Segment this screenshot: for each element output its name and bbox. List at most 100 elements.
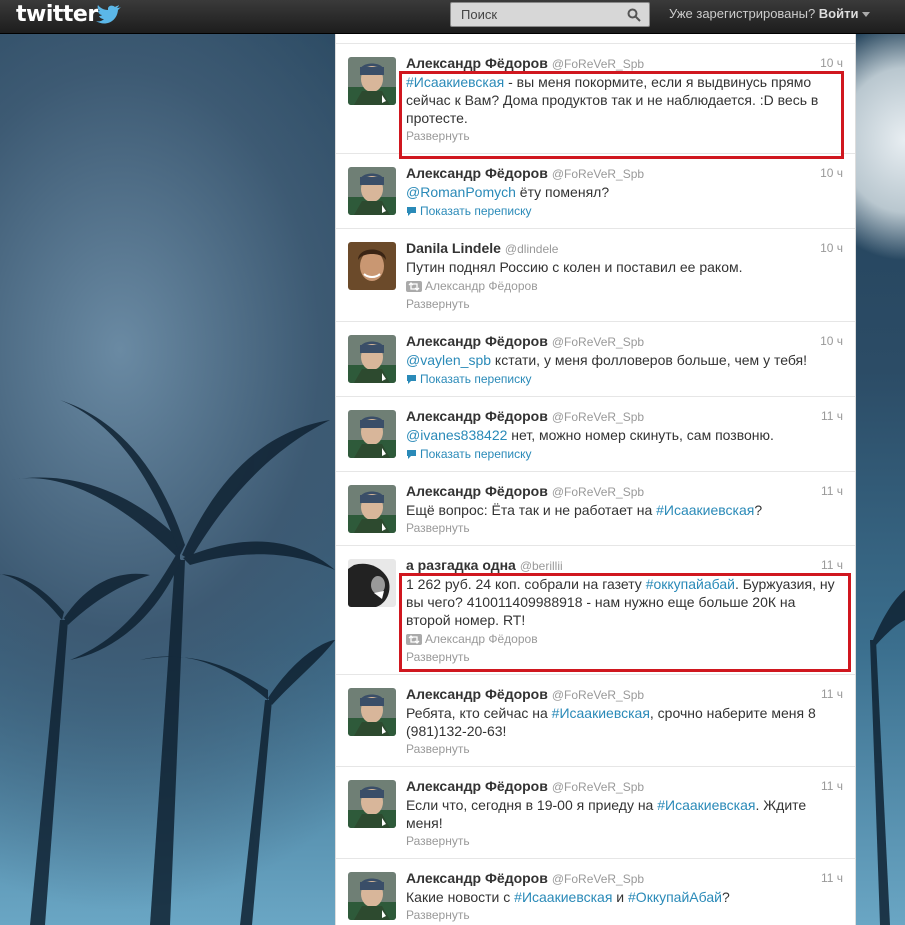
tweet-meta-label: Александр Фёдоров <box>425 632 538 646</box>
tweet[interactable]: Александр Фёдоров @FoReVeR_Spb 10 ч @RomanP… <box>336 154 855 229</box>
mention-link[interactable]: @ivanes838422 <box>406 427 507 443</box>
login-link[interactable]: Войти <box>819 6 859 21</box>
tweet-author-handle[interactable]: @berillii <box>520 559 563 573</box>
tweet[interactable]: Александр Фёдоров @FoReVeR_Spb 11 ч Если чт… <box>336 767 855 859</box>
tweet-text-segment: Путин поднял Россию с колен и поставил е… <box>406 259 743 275</box>
expand-tweet-link[interactable]: Развернуть <box>406 295 843 313</box>
hashtag-link[interactable]: #Исаакиевская <box>406 74 504 90</box>
conversation-icon <box>407 375 416 384</box>
expand-tweet-link[interactable]: Развернуть <box>406 832 843 850</box>
tweet-author-name[interactable]: Александр Фёдоров <box>406 408 548 424</box>
avatar-fedorov[interactable] <box>348 410 396 458</box>
tweet-author-name[interactable]: Александр Фёдоров <box>406 165 548 181</box>
tweet-text-segment: Ребята, кто сейчас на <box>406 705 552 721</box>
search-input[interactable] <box>451 3 621 26</box>
tweet-text: Ребята, кто сейчас на #Исаакиевская, сро… <box>406 704 843 740</box>
tweet-timestamp[interactable]: 11 ч <box>821 779 843 793</box>
search-icon[interactable] <box>627 8 641 22</box>
expand-tweet-link[interactable]: Развернуть <box>406 519 843 537</box>
tweet-text-segment: 1 262 руб. 24 коп. собрали на газету <box>406 576 646 592</box>
bird-icon <box>96 5 121 24</box>
retweeted-by[interactable]: Александр Фёдоров <box>406 630 843 648</box>
hashtag-link[interactable]: #ОккупайАбай <box>628 889 722 905</box>
twitter-logo[interactable]: twitter <box>16 2 98 27</box>
tweet-text: Если что, сегодня в 19-00 я приеду на #И… <box>406 796 843 832</box>
avatar-fedorov[interactable] <box>348 57 396 105</box>
timeline: Александр Фёдоров @FoReVeR_Spb 10 ч #Исааки… <box>335 34 856 925</box>
avatar-danila[interactable] <box>348 242 396 290</box>
mention-link[interactable]: @RomanPomych <box>406 184 516 200</box>
tweet-author-handle[interactable]: @FoReVeR_Spb <box>552 485 644 499</box>
tweet-timestamp[interactable]: 11 ч <box>821 687 843 701</box>
tweet-author-handle[interactable]: @FoReVeR_Spb <box>552 872 644 886</box>
tweet[interactable]: Александр Фёдоров @FoReVeR_Spb 11 ч Ещё воп… <box>336 472 855 546</box>
tweet[interactable]: Александр Фёдоров @FoReVeR_Spb 10 ч #Исааки… <box>336 44 855 154</box>
tweet-author-name[interactable]: Danila Lindele <box>406 240 501 256</box>
expand-tweet-link[interactable]: Развернуть <box>406 648 843 666</box>
avatar-fedorov[interactable] <box>348 335 396 383</box>
tweet-author-name[interactable]: Александр Фёдоров <box>406 333 548 349</box>
expand-tweet-link[interactable]: Развернуть <box>406 740 843 758</box>
tweet-author-handle[interactable]: @dlindele <box>505 242 559 256</box>
tweet[interactable]: Александр Фёдоров @FoReVeR_Spb 11 ч @ivanes… <box>336 397 855 472</box>
avatar-fedorov[interactable] <box>348 688 396 736</box>
expand-tweet-link[interactable]: Развернуть <box>406 127 843 145</box>
hashtag-link[interactable]: #оккупайабай <box>646 576 735 592</box>
timeline-top-edge <box>336 34 855 44</box>
tweet-timestamp[interactable]: 10 ч <box>820 241 843 255</box>
tweet[interactable]: а разгадка одна @berillii 11 ч 1 262 руб. 2… <box>336 546 855 675</box>
tweet-timestamp[interactable]: 11 ч <box>821 558 843 572</box>
avatar-fedorov[interactable] <box>348 485 396 533</box>
tweet-timestamp[interactable]: 11 ч <box>821 484 843 498</box>
tweet-author-name[interactable]: Александр Фёдоров <box>406 686 548 702</box>
tweet-meta-label: Александр Фёдоров <box>425 279 538 293</box>
tweet-text-segment: ёту поменял? <box>515 184 610 200</box>
tweet-author-handle[interactable]: @FoReVeR_Spb <box>552 335 644 349</box>
tweet-text: 1 262 руб. 24 коп. собрали на газету #ок… <box>406 575 843 629</box>
hashtag-link[interactable]: #Исаакиевская <box>657 797 755 813</box>
tweet-text-segment: ? <box>721 889 730 905</box>
tweet[interactable]: Danila Lindele @dlindele 10 ч Путин поднял … <box>336 229 855 322</box>
tweet[interactable]: Александр Фёдоров @FoReVeR_Spb 11 ч Ребята,… <box>336 675 855 767</box>
show-conversation-link[interactable]: Показать переписку <box>406 370 843 388</box>
tweet-text: #Исаакиевская - вы меня покормите, если … <box>406 73 843 127</box>
tweet[interactable]: Александр Фёдоров @FoReVeR_Spb 10 ч @vaylen… <box>336 322 855 397</box>
show-conversation-link[interactable]: Показать переписку <box>406 445 843 463</box>
avatar-fedorov[interactable] <box>348 872 396 920</box>
hashtag-link[interactable]: #Исаакиевская <box>514 889 612 905</box>
search-box <box>450 2 650 27</box>
retweet-icon <box>406 634 422 645</box>
tweet-timestamp[interactable]: 10 ч <box>820 56 843 70</box>
mention-link[interactable]: @vaylen_spb <box>406 352 491 368</box>
hashtag-link[interactable]: #Исаакиевская <box>552 705 650 721</box>
hashtag-link[interactable]: #Исаакиевская <box>656 502 754 518</box>
tweet-timestamp[interactable]: 11 ч <box>821 409 843 423</box>
tweet-text: Ещё вопрос: Ёта так и не работает на #Ис… <box>406 501 843 519</box>
tweet-author-name[interactable]: Александр Фёдоров <box>406 55 548 71</box>
tweet-timestamp[interactable]: 10 ч <box>820 334 843 348</box>
chevron-down-icon[interactable] <box>862 12 871 18</box>
tweet-author-handle[interactable]: @FoReVeR_Spb <box>552 780 644 794</box>
tweet-author-handle[interactable]: @FoReVeR_Spb <box>552 688 644 702</box>
avatar-fedorov[interactable] <box>348 780 396 828</box>
tweet-meta-label: Показать переписку <box>420 447 532 461</box>
tweet-author-name[interactable]: Александр Фёдоров <box>406 483 548 499</box>
tweet-author-handle[interactable]: @FoReVeR_Spb <box>552 167 644 181</box>
tweet-author-name[interactable]: Александр Фёдоров <box>406 870 548 886</box>
tweet-author-name[interactable]: Александр Фёдоров <box>406 778 548 794</box>
tweet[interactable]: Александр Фёдоров @FoReVeR_Spb 11 ч Какие н… <box>336 859 855 925</box>
show-conversation-link[interactable]: Показать переписку <box>406 202 843 220</box>
tweet-text: Путин поднял Россию с колен и поставил е… <box>406 258 843 276</box>
tweet-author-name[interactable]: а разгадка одна <box>406 557 516 573</box>
avatar-fedorov[interactable] <box>348 167 396 215</box>
tweet-text-segment: Если что, сегодня в 19-00 я приеду на <box>406 797 658 813</box>
tweet-timestamp[interactable]: 11 ч <box>821 871 843 885</box>
tweet-timestamp[interactable]: 10 ч <box>820 166 843 180</box>
avatar-berilliii[interactable] <box>348 559 396 607</box>
tweet-text: Какие новости с #Исаакиевская и #Оккупай… <box>406 888 843 906</box>
retweeted-by[interactable]: Александр Фёдоров <box>406 277 843 295</box>
tweet-text-segment: нет, можно номер скинуть, сам позвоню. <box>507 427 774 443</box>
tweet-author-handle[interactable]: @FoReVeR_Spb <box>552 57 644 71</box>
expand-tweet-link[interactable]: Развернуть <box>406 906 843 924</box>
tweet-author-handle[interactable]: @FoReVeR_Spb <box>552 410 644 424</box>
